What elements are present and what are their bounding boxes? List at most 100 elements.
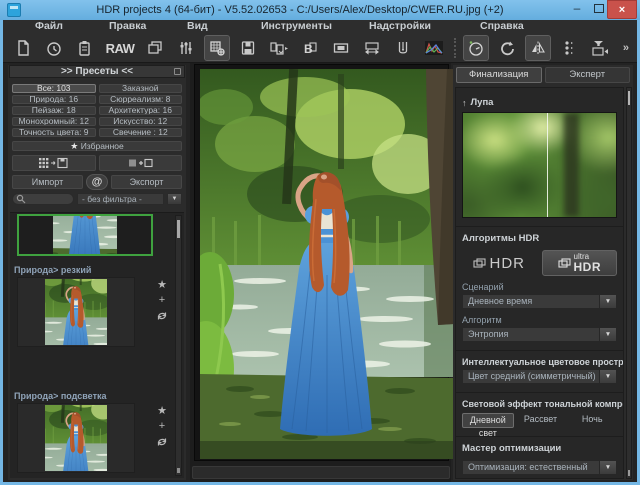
- chevron-down-icon[interactable]: ▼: [600, 294, 617, 309]
- menu-view[interactable]: Вид: [187, 20, 208, 34]
- selected-preset-thumbnail[interactable]: [17, 214, 153, 256]
- filter-dropdown[interactable]: - без фильтра -: [77, 193, 164, 205]
- favorite-star-icon[interactable]: ★: [157, 406, 167, 417]
- import-button[interactable]: Импорт: [12, 175, 83, 189]
- loupe-header[interactable]: ↑ Лупа: [456, 97, 623, 108]
- presets-header[interactable]: >> Пресеты <<: [9, 65, 185, 78]
- optimizer-dropdown[interactable]: Оптимизация: естественный ▼: [462, 460, 617, 475]
- finalize-scrollbar[interactable]: [626, 87, 632, 479]
- detach-panel-icon[interactable]: [174, 68, 181, 75]
- scenario-dropdown[interactable]: Дневное время ▼: [462, 294, 617, 309]
- loupe-split-line: [547, 113, 549, 217]
- section-divider: [456, 350, 623, 351]
- algorithm-dropdown[interactable]: Энтропия ▼: [462, 327, 617, 342]
- chevron-down-icon[interactable]: ▼: [600, 460, 617, 475]
- scrollbar-thumb[interactable]: [628, 91, 630, 105]
- hdr-mode-row: HDR ultra HDR: [462, 250, 617, 276]
- category-landscape-button[interactable]: Пейзаж: 18: [12, 106, 96, 115]
- color-space-value[interactable]: Цвет средний (симметричный): [462, 369, 600, 384]
- toolbar-overflow-chevron[interactable]: »: [623, 42, 629, 54]
- close-button[interactable]: ×: [607, 0, 637, 19]
- favorites-button[interactable]: ★ Избранное: [12, 141, 182, 151]
- tab-finalize[interactable]: Финализация: [456, 67, 542, 83]
- menu-tools[interactable]: Инструменты: [261, 20, 332, 34]
- refresh-icon[interactable]: [156, 436, 168, 448]
- batch-icon[interactable]: B: [298, 36, 322, 60]
- paste-icon[interactable]: [73, 36, 97, 60]
- scrollbar-thumb[interactable]: [177, 220, 180, 238]
- scrollbar-end[interactable]: [628, 470, 630, 476]
- scrollbar-end[interactable]: [177, 468, 180, 473]
- menu-addons[interactable]: Надстройки: [369, 20, 431, 34]
- preset-item-nature-sharp[interactable]: [17, 277, 135, 347]
- more-options-icon[interactable]: [557, 36, 581, 60]
- export-device-icon[interactable]: [267, 36, 291, 60]
- save-icon[interactable]: [236, 36, 260, 60]
- main-photo[interactable]: [200, 69, 454, 459]
- refresh-icon[interactable]: [156, 310, 168, 322]
- add-plus-icon[interactable]: +: [159, 421, 165, 432]
- adjust-sliders-icon[interactable]: [174, 36, 198, 60]
- menubar: Файл Правка Вид Инструменты Надстройки С…: [3, 20, 637, 34]
- redo-icon[interactable]: [495, 36, 519, 60]
- save-preset-list-button[interactable]: [12, 155, 96, 171]
- raw-icon[interactable]: RAW: [104, 36, 136, 60]
- loupe-preview[interactable]: [462, 112, 617, 218]
- crop-frame-icon[interactable]: [329, 36, 353, 60]
- minimize-button[interactable]: –: [570, 2, 584, 16]
- chevron-down-icon[interactable]: ▼: [600, 327, 617, 342]
- compare-history-icon[interactable]: [463, 35, 489, 61]
- category-all-button[interactable]: Все: 103: [12, 84, 96, 93]
- category-architecture-button[interactable]: Архитектура: 16: [98, 106, 182, 115]
- menu-help[interactable]: Справка: [480, 20, 524, 34]
- preset-list[interactable]: Природа> резкий ★ + Природа> подсветка ★…: [10, 212, 184, 478]
- history-icon[interactable]: [42, 36, 66, 60]
- category-surreal-button[interactable]: Сюрреализм: 8: [98, 95, 182, 104]
- preset-search-input[interactable]: [12, 193, 74, 205]
- scenario-value[interactable]: Дневное время: [462, 294, 600, 309]
- titlebar[interactable]: HDR projects 4 (64-бит) - V5.52.02653 - …: [0, 0, 640, 20]
- at-share-button[interactable]: @: [86, 174, 108, 190]
- category-nature-button[interactable]: Природа: 16: [12, 95, 96, 104]
- add-preset-button[interactable]: [98, 155, 182, 171]
- preset-item-label[interactable]: Природа> резкий: [14, 265, 91, 275]
- color-space-dropdown[interactable]: Цвет средний (симметричный) ▼: [462, 369, 617, 384]
- category-monochrome-button[interactable]: Монохромный: 12: [12, 117, 96, 126]
- export-button[interactable]: Экспорт: [111, 175, 182, 189]
- category-custom-button[interactable]: Заказной: [98, 84, 182, 93]
- app-window: HDR projects 4 (64-бит) - V5.52.02653 - …: [0, 0, 640, 485]
- light-daylight-button[interactable]: Дневной свет: [462, 413, 514, 438]
- preset-item-label[interactable]: Природа> подсветка: [14, 391, 106, 401]
- category-glow-button[interactable]: Свечение : 12: [98, 128, 182, 137]
- plumb-icon[interactable]: [391, 36, 415, 60]
- screen-preview-icon[interactable]: [588, 36, 612, 60]
- chevron-down-icon[interactable]: ▼: [600, 369, 617, 384]
- flip-horizontal-icon[interactable]: [525, 35, 551, 61]
- post-processing-icon[interactable]: [204, 35, 230, 61]
- collapse-up-icon[interactable]: ↑: [462, 98, 467, 108]
- menu-edit[interactable]: Правка: [109, 20, 146, 34]
- chevron-down-icon[interactable]: ▼: [167, 193, 182, 205]
- menu-file[interactable]: Файл: [35, 20, 63, 34]
- light-dawn-button[interactable]: Рассвет: [516, 413, 566, 428]
- preset-list-scrollbar[interactable]: [175, 215, 182, 476]
- ultra-hdr-button[interactable]: ultra HDR: [541, 250, 617, 276]
- category-art-button[interactable]: Искусство: 12: [98, 117, 182, 126]
- favorite-star-icon[interactable]: ★: [157, 280, 167, 291]
- scenario-label: Сценарий: [462, 282, 504, 292]
- new-file-icon[interactable]: [11, 36, 35, 60]
- optimizer-value[interactable]: Оптимизация: естественный: [462, 460, 600, 475]
- resize-width-icon[interactable]: [360, 36, 384, 60]
- algorithm-value[interactable]: Энтропия: [462, 327, 600, 342]
- add-plus-icon[interactable]: +: [159, 295, 165, 306]
- toolbar-separator: [454, 38, 456, 58]
- maximize-button[interactable]: [594, 4, 604, 13]
- light-night-button[interactable]: Ночь: [567, 413, 617, 428]
- hdr-button[interactable]: HDR: [462, 255, 536, 272]
- tab-expert[interactable]: Эксперт: [544, 67, 630, 83]
- category-color-accuracy-button[interactable]: Точность цвета: 9: [12, 128, 96, 137]
- preset-item-nature-backlight[interactable]: [17, 403, 135, 473]
- histogram-icon[interactable]: [422, 36, 446, 60]
- svg-text:B: B: [304, 42, 313, 56]
- image-browser-icon[interactable]: [143, 36, 167, 60]
